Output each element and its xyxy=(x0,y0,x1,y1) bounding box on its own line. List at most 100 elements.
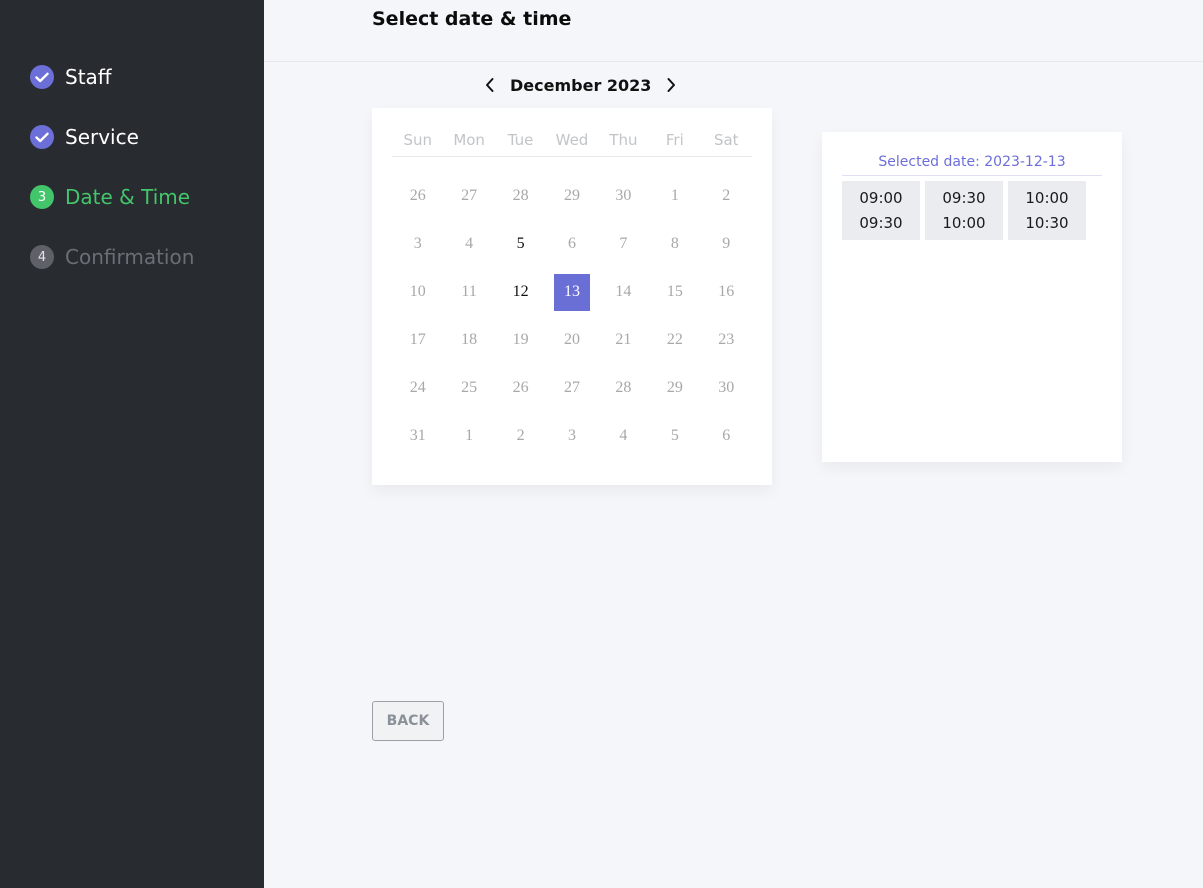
calendar-day-number: 23 xyxy=(718,331,735,348)
calendar-day-number: 18 xyxy=(461,331,478,348)
calendar-day[interactable]: 2 xyxy=(495,412,546,460)
time-slot[interactable]: 10:00 10:30 xyxy=(1008,181,1086,240)
step-label: Service xyxy=(65,125,139,149)
page-title: Select date & time xyxy=(372,8,572,30)
slot-start-time: 09:00 xyxy=(859,188,903,207)
calendar-day-number: 31 xyxy=(409,427,426,444)
calendar-day-number: 7 xyxy=(619,235,628,252)
calendar-day-number: 4 xyxy=(465,235,474,252)
calendar-day[interactable]: 23 xyxy=(701,316,752,364)
calendar: Sun Mon Tue Wed Thu Fri Sat 26 27 28 29 30 1 2… xyxy=(372,108,772,485)
calendar-day[interactable]: 27 xyxy=(546,364,597,412)
month-navigation: December 2023 xyxy=(478,74,683,96)
calendar-day[interactable]: 18 xyxy=(443,316,494,364)
calendar-day[interactable]: 28 xyxy=(598,364,649,412)
calendar-day-number: 9 xyxy=(722,235,731,252)
calendar-day[interactable]: 4 xyxy=(598,412,649,460)
calendar-day-number: 28 xyxy=(512,187,529,204)
prev-month-button[interactable] xyxy=(478,74,502,96)
calendar-day-number: 13 xyxy=(553,273,590,311)
calendar-day[interactable]: 5 xyxy=(495,220,546,268)
main-content: Select date & time December 2023 Sun Mon… xyxy=(264,0,1203,888)
calendar-day[interactable]: 1 xyxy=(649,172,700,220)
calendar-day[interactable]: 30 xyxy=(598,172,649,220)
step-label: Staff xyxy=(65,65,112,89)
calendar-day[interactable]: 12 xyxy=(495,268,546,316)
calendar-day-number: 10 xyxy=(409,283,426,300)
weekday-header: Sun Mon Tue Wed Thu Fri Sat xyxy=(392,108,752,157)
calendar-day[interactable]: 26 xyxy=(392,172,443,220)
calendar-day[interactable]: 30 xyxy=(701,364,752,412)
chevron-right-icon xyxy=(667,78,676,92)
check-icon xyxy=(30,65,54,89)
calendar-day[interactable]: 11 xyxy=(443,268,494,316)
calendar-day-number: 19 xyxy=(512,331,529,348)
calendar-day[interactable]: 5 xyxy=(649,412,700,460)
calendar-grid: 26 27 28 29 30 1 2 3 4 5 6 7 8 9 10 11 12 13 14 15 16 17 18 19 2… xyxy=(392,172,752,460)
calendar-day[interactable]: 2 xyxy=(701,172,752,220)
chevron-left-icon xyxy=(486,78,494,92)
calendar-day[interactable]: 21 xyxy=(598,316,649,364)
calendar-day-number: 27 xyxy=(461,187,478,204)
calendar-day[interactable]: 15 xyxy=(649,268,700,316)
calendar-day-number: 24 xyxy=(409,379,426,396)
weekday-label: Mon xyxy=(453,131,485,149)
calendar-day-number: 12 xyxy=(512,283,529,300)
step-number-badge: 4 xyxy=(30,245,54,269)
calendar-day[interactable]: 26 xyxy=(495,364,546,412)
calendar-day[interactable]: 10 xyxy=(392,268,443,316)
back-button[interactable]: BACK xyxy=(372,701,444,741)
calendar-day[interactable]: 27 xyxy=(443,172,494,220)
step-confirmation[interactable]: 4 Confirmation xyxy=(30,242,194,272)
calendar-day-number: 15 xyxy=(666,283,683,300)
calendar-day-number: 5 xyxy=(670,427,679,444)
calendar-day[interactable]: 6 xyxy=(701,412,752,460)
step-service[interactable]: Service xyxy=(30,122,139,152)
calendar-day[interactable]: 29 xyxy=(546,172,597,220)
calendar-day[interactable]: 20 xyxy=(546,316,597,364)
calendar-day-number: 29 xyxy=(563,187,580,204)
calendar-day-number: 4 xyxy=(619,427,628,444)
calendar-day-number: 5 xyxy=(516,235,525,252)
calendar-day[interactable]: 28 xyxy=(495,172,546,220)
calendar-day-number: 25 xyxy=(461,379,478,396)
calendar-day-number: 16 xyxy=(718,283,735,300)
calendar-day[interactable]: 25 xyxy=(443,364,494,412)
calendar-day[interactable]: 8 xyxy=(649,220,700,268)
calendar-day[interactable]: 19 xyxy=(495,316,546,364)
calendar-day[interactable]: 3 xyxy=(392,220,443,268)
calendar-day[interactable]: 14 xyxy=(598,268,649,316)
calendar-day-number: 1 xyxy=(670,187,679,204)
time-slot[interactable]: 09:30 10:00 xyxy=(925,181,1003,240)
calendar-day[interactable]: 24 xyxy=(392,364,443,412)
calendar-day[interactable]: 3 xyxy=(546,412,597,460)
step-staff[interactable]: Staff xyxy=(30,62,112,92)
calendar-day[interactable]: 6 xyxy=(546,220,597,268)
calendar-day[interactable]: 9 xyxy=(701,220,752,268)
calendar-day[interactable]: 13 xyxy=(546,268,597,316)
time-slot[interactable]: 09:00 09:30 xyxy=(842,181,920,240)
calendar-day[interactable]: 4 xyxy=(443,220,494,268)
weekday-label: Fri xyxy=(665,131,684,149)
calendar-day-number: 2 xyxy=(722,187,731,204)
calendar-day-number: 26 xyxy=(512,379,529,396)
calendar-day-number: 8 xyxy=(670,235,679,252)
month-label: December 2023 xyxy=(510,75,652,95)
calendar-day-number: 20 xyxy=(563,331,580,348)
calendar-day-number: 29 xyxy=(666,379,683,396)
calendar-day[interactable]: 7 xyxy=(598,220,649,268)
calendar-day-number: 26 xyxy=(409,187,426,204)
slot-end-time: 10:00 xyxy=(942,213,986,232)
weekday-label: Tue xyxy=(507,131,534,149)
calendar-day-number: 6 xyxy=(722,427,731,444)
calendar-day-number: 11 xyxy=(461,283,477,300)
calendar-day[interactable]: 31 xyxy=(392,412,443,460)
calendar-day[interactable]: 1 xyxy=(443,412,494,460)
calendar-day[interactable]: 17 xyxy=(392,316,443,364)
step-date-time[interactable]: 3 Date & Time xyxy=(30,182,190,212)
calendar-day[interactable]: 16 xyxy=(701,268,752,316)
calendar-day[interactable]: 29 xyxy=(649,364,700,412)
next-month-button[interactable] xyxy=(659,74,683,96)
calendar-day-number: 17 xyxy=(409,331,426,348)
calendar-day[interactable]: 22 xyxy=(649,316,700,364)
